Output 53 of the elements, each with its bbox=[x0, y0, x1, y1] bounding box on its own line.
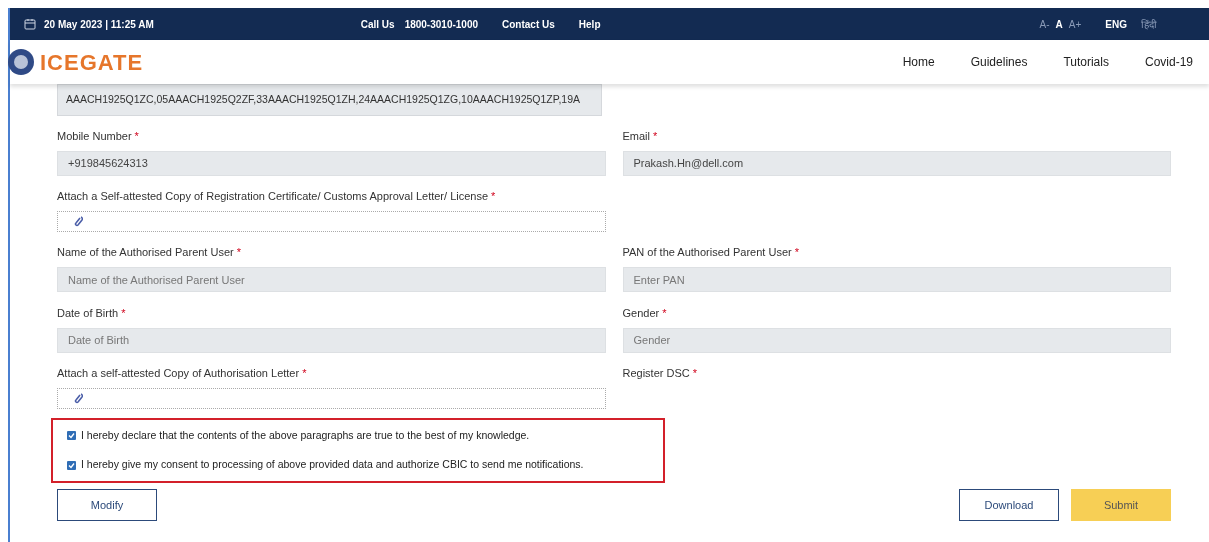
input-field[interactable]: Prakash.Hn@dell.com bbox=[622, 150, 1171, 176]
attachment-field[interactable] bbox=[57, 210, 606, 232]
required-mark: * bbox=[121, 305, 126, 321]
top-link[interactable]: 1800-3010-1000 bbox=[404, 16, 479, 32]
paperclip-icon bbox=[74, 392, 83, 404]
field-label: Register DSC bbox=[622, 366, 690, 382]
field-label: Email bbox=[622, 128, 650, 144]
required-mark: * bbox=[491, 189, 496, 205]
font-size-button[interactable]: A- bbox=[1039, 16, 1050, 32]
action-button[interactable]: Download bbox=[959, 489, 1059, 521]
input-field[interactable]: Gender bbox=[622, 327, 1171, 353]
required-mark: * bbox=[653, 128, 658, 144]
field-label: PAN of the Authorised Parent User bbox=[622, 245, 792, 261]
required-mark: * bbox=[134, 128, 139, 144]
input-field[interactable]: Name of the Authorised Parent User bbox=[57, 267, 606, 292]
font-size-button[interactable]: A bbox=[1055, 16, 1063, 32]
field-label: Mobile Number bbox=[57, 128, 132, 144]
language-button[interactable]: ENG bbox=[1105, 16, 1127, 32]
field-label: Name of the Authorised Parent User bbox=[57, 245, 234, 261]
input-field[interactable]: Enter PAN bbox=[622, 267, 1171, 292]
nav-link[interactable]: Covid-19 bbox=[1144, 53, 1193, 71]
required-mark: * bbox=[302, 366, 307, 382]
calendar-icon bbox=[24, 18, 36, 30]
font-size-button[interactable]: A+ bbox=[1068, 16, 1082, 32]
gstin-textarea[interactable]: AAACH1925Q1ZC,05AAACH1925Q2ZF,33AAACH1925Q1ZH,24AAACH1925Q1ZG,10AAACH1925Q1ZP,19A bbox=[57, 84, 602, 116]
input-field[interactable]: Date of Birth bbox=[57, 327, 606, 353]
checkbox[interactable] bbox=[67, 430, 76, 440]
input-field[interactable]: +919845624313 bbox=[57, 150, 606, 176]
field-label: Date of Birth bbox=[57, 305, 119, 321]
nav-link[interactable]: Guidelines bbox=[970, 53, 1028, 71]
submit-button[interactable]: Submit bbox=[1071, 489, 1171, 521]
field-label: Attach a self-attested Copy of Authorisation Letter bbox=[57, 366, 300, 382]
date-time: 20 May 2023 | 11:25 AM bbox=[44, 17, 154, 32]
checkbox[interactable] bbox=[67, 460, 76, 470]
required-mark: * bbox=[662, 305, 667, 321]
top-link[interactable]: Call Us bbox=[360, 16, 395, 32]
language-button[interactable]: हिंदी bbox=[1141, 16, 1157, 32]
logo-text: ICEGATE bbox=[40, 48, 144, 77]
attachment-field[interactable] bbox=[57, 387, 606, 409]
emblem-icon bbox=[6, 47, 36, 77]
paperclip-icon bbox=[74, 215, 83, 227]
field-label: Gender bbox=[622, 305, 660, 321]
top-link[interactable]: Contact Us bbox=[502, 16, 555, 32]
required-mark: * bbox=[692, 366, 698, 382]
declaration-text: I hereby declare that the contents of the above paragraphs are true to the best of my knowledge. bbox=[81, 427, 530, 443]
top-link[interactable]: Help bbox=[578, 16, 601, 32]
nav-link[interactable]: Home bbox=[902, 53, 935, 71]
declaration-text: I hereby give my consent to processing of above provided data and authorize CBIC to send me notifications. bbox=[81, 457, 584, 473]
field-label: Attach a Self-attested Copy of Registration Certificate/ Customs Approval Letter/ License bbox=[57, 189, 489, 205]
required-mark: * bbox=[236, 245, 241, 261]
required-mark: * bbox=[794, 245, 799, 261]
nav-link[interactable]: Tutorials bbox=[1063, 53, 1109, 71]
action-button[interactable]: Modify bbox=[57, 489, 157, 521]
